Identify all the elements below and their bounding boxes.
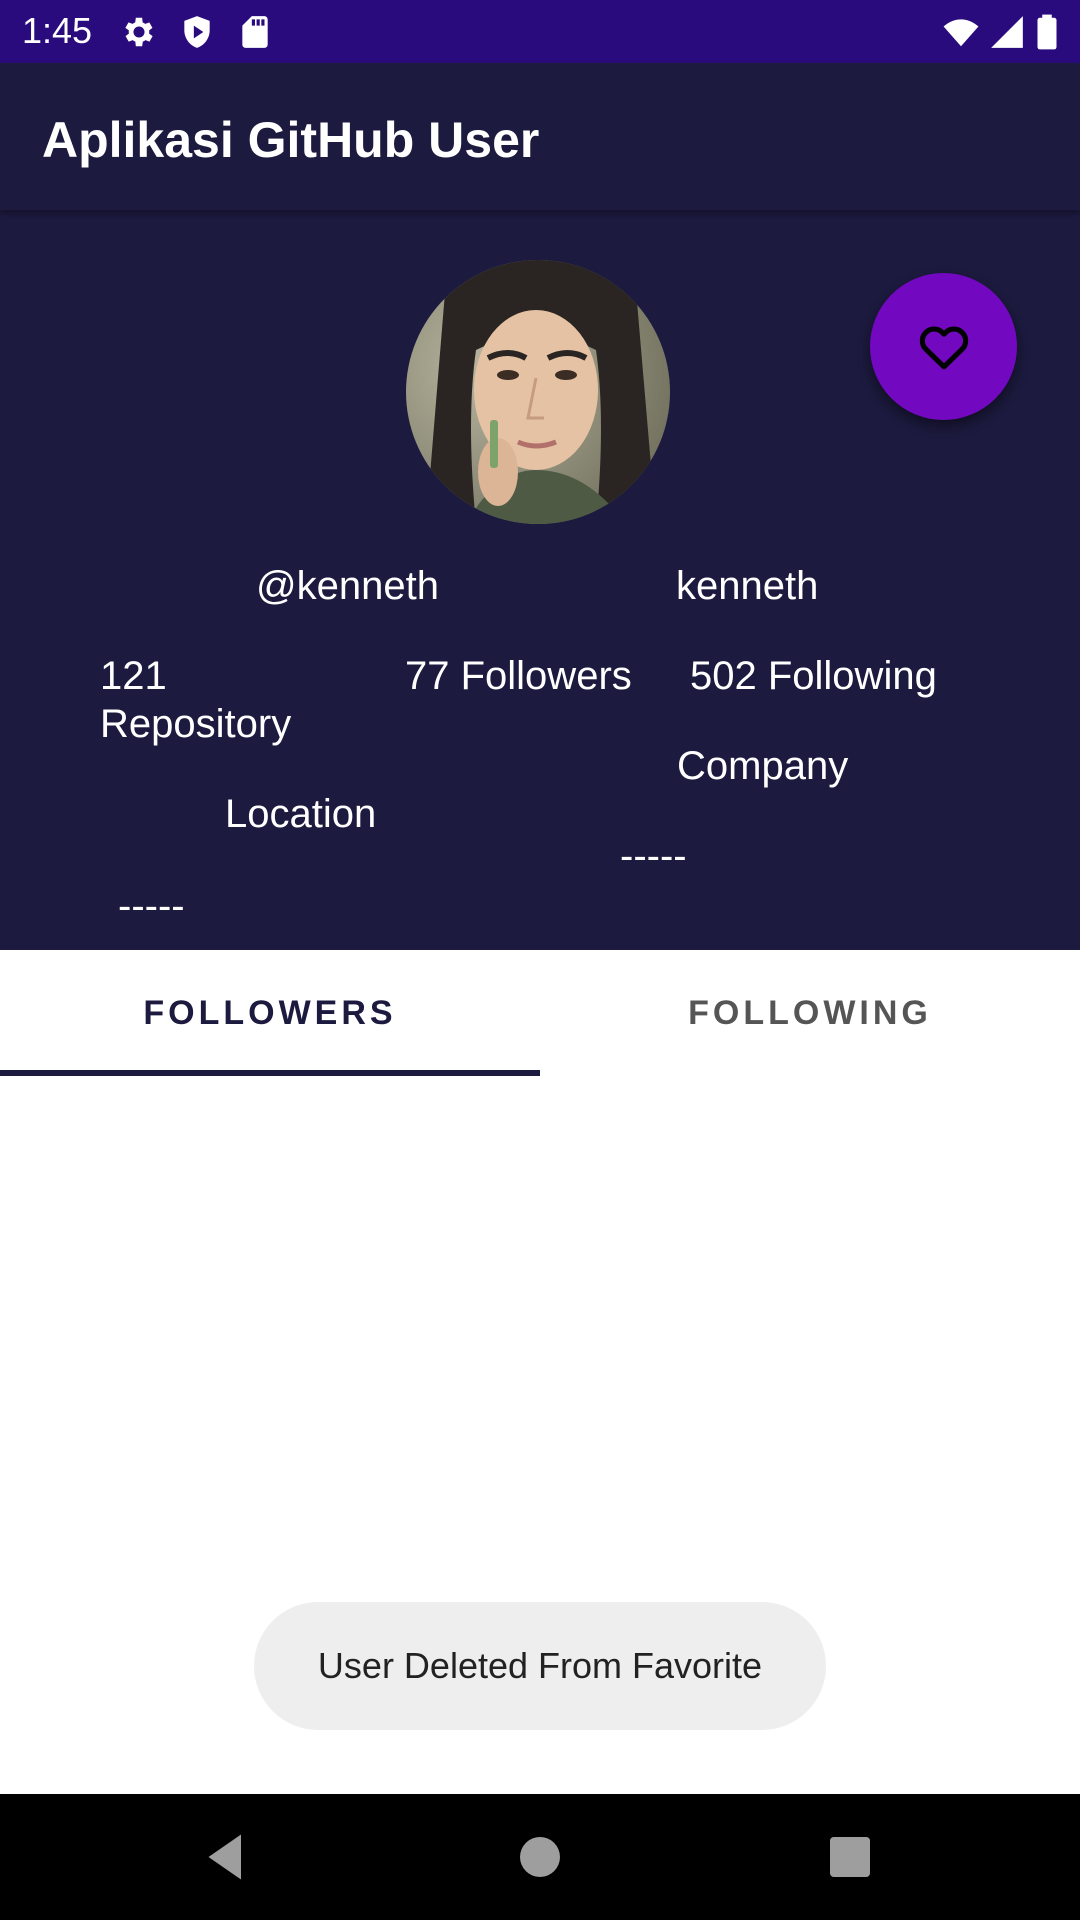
- username: @kenneth: [256, 564, 439, 608]
- signal-icon: [991, 16, 1023, 48]
- back-icon[interactable]: [196, 1827, 256, 1887]
- home-icon[interactable]: [510, 1827, 570, 1887]
- display-name: kenneth: [676, 564, 819, 608]
- status-time: 1:45: [22, 10, 93, 51]
- repository-label: Repository: [100, 702, 292, 746]
- battery-icon: [1037, 14, 1057, 50]
- status-bar: 1:45: [0, 0, 1080, 63]
- profile-header: @kenneth kenneth 121 Repository 77 Follo…: [0, 210, 1080, 950]
- toast-message: User Deleted From Favorite: [254, 1602, 826, 1730]
- heart-outline-icon: [919, 326, 968, 369]
- following-count: 502 Following: [690, 654, 937, 698]
- shield-play-icon: [184, 16, 210, 48]
- recents-icon[interactable]: [820, 1827, 880, 1887]
- wifi-icon: [943, 19, 979, 47]
- avatar: [406, 260, 670, 524]
- app-bar: Aplikasi GitHub User: [0, 63, 1080, 210]
- tab-bar: FOLLOWERS FOLLOWING: [0, 950, 1080, 1076]
- followers-count: 77 Followers: [405, 654, 632, 698]
- app-title: Aplikasi GitHub User: [42, 112, 540, 168]
- tab-following[interactable]: FOLLOWING: [540, 950, 1080, 1076]
- company-value: -----: [620, 834, 687, 878]
- location-label: Location: [225, 792, 377, 836]
- avatar-image: [406, 260, 670, 524]
- company-label: Company: [677, 744, 849, 788]
- sd-card-icon: [242, 16, 268, 48]
- location-value: -----: [118, 884, 185, 928]
- repository-count: 121: [100, 654, 167, 698]
- gear-icon: [125, 17, 153, 47]
- screen: 1:45 Aplikasi GitHub User @kenneth kenne…: [0, 0, 1080, 1920]
- favorite-button[interactable]: [870, 273, 1017, 420]
- navigation-bar: [0, 1794, 1080, 1920]
- tab-followers[interactable]: FOLLOWERS: [0, 950, 540, 1076]
